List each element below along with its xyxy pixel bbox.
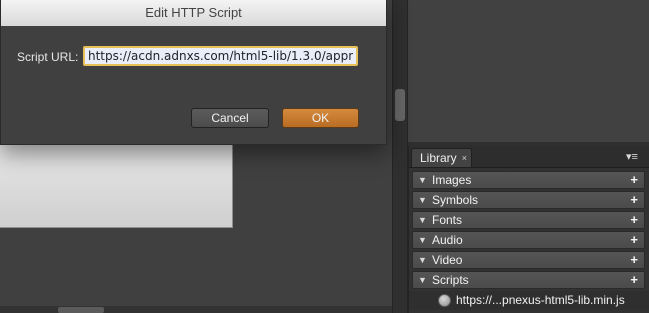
dialog-title: Edit HTTP Script — [145, 5, 242, 20]
canvas-preview — [0, 145, 233, 228]
script-url-input[interactable] — [83, 46, 358, 66]
top-right-panel — [408, 0, 649, 143]
library-section-label: Images — [432, 173, 472, 187]
library-section-label: Audio — [432, 233, 463, 247]
dialog-content: Script URL: Cancel OK — [1, 26, 386, 144]
tab-library[interactable]: Library × — [411, 148, 472, 167]
library-sections: ▼ Images + ▼ Symbols + ▼ Fonts + ▼ Audio… — [409, 168, 649, 310]
library-section-images[interactable]: ▼ Images + — [412, 171, 645, 189]
vertical-scrollbar[interactable] — [392, 0, 408, 313]
script-item-label: https://...pnexus-html5-lib.min.js — [456, 293, 625, 307]
chevron-down-icon[interactable]: ▼ — [418, 252, 430, 268]
plus-icon[interactable]: + — [630, 232, 638, 247]
library-section-label: Symbols — [432, 193, 479, 207]
cancel-button[interactable]: Cancel — [191, 108, 269, 128]
chevron-down-icon[interactable]: ▼ — [418, 172, 430, 188]
vertical-scrollbar-thumb[interactable] — [395, 89, 405, 121]
chevron-down-icon[interactable]: ▼ — [418, 232, 430, 248]
dialog-titlebar[interactable]: Edit HTTP Script — [1, 0, 386, 27]
library-section-label: Fonts — [432, 213, 463, 227]
chevron-down-icon[interactable]: ▼ — [418, 272, 430, 288]
chevron-down-icon[interactable]: ▼ — [418, 212, 430, 228]
plus-icon[interactable]: + — [630, 272, 638, 287]
plus-icon[interactable]: + — [630, 212, 638, 227]
globe-icon — [438, 294, 451, 307]
library-section-label: Video — [432, 253, 463, 267]
library-section-symbols[interactable]: ▼ Symbols + — [412, 191, 645, 209]
close-icon[interactable]: × — [462, 149, 467, 168]
horizontal-scrollbar-thumb[interactable] — [58, 307, 104, 313]
app-window: Library × ▾≡ ▼ Images + ▼ Symbols + ▼ Fo… — [0, 0, 649, 313]
tab-library-label: Library — [420, 151, 457, 165]
plus-icon[interactable]: + — [630, 172, 638, 187]
plus-icon[interactable]: + — [630, 192, 638, 207]
library-section-video[interactable]: ▼ Video + — [412, 251, 645, 269]
library-tab-strip: Library × ▾≡ — [409, 146, 649, 168]
script-url-label: Script URL: — [17, 50, 79, 64]
edit-http-script-dialog: Edit HTTP Script Script URL: Cancel OK — [0, 0, 387, 145]
library-panel: Library × ▾≡ ▼ Images + ▼ Symbols + ▼ Fo… — [408, 146, 649, 313]
library-section-audio[interactable]: ▼ Audio + — [412, 231, 645, 249]
library-section-scripts[interactable]: ▼ Scripts + — [412, 271, 645, 289]
library-section-label: Scripts — [432, 273, 469, 287]
library-script-item[interactable]: https://...pnexus-html5-lib.min.js — [409, 291, 649, 310]
ok-button[interactable]: OK — [282, 108, 359, 128]
panel-menu-icon[interactable]: ▾≡ — [622, 149, 642, 165]
chevron-down-icon[interactable]: ▼ — [418, 192, 430, 208]
plus-icon[interactable]: + — [630, 252, 638, 267]
library-section-fonts[interactable]: ▼ Fonts + — [412, 211, 645, 229]
